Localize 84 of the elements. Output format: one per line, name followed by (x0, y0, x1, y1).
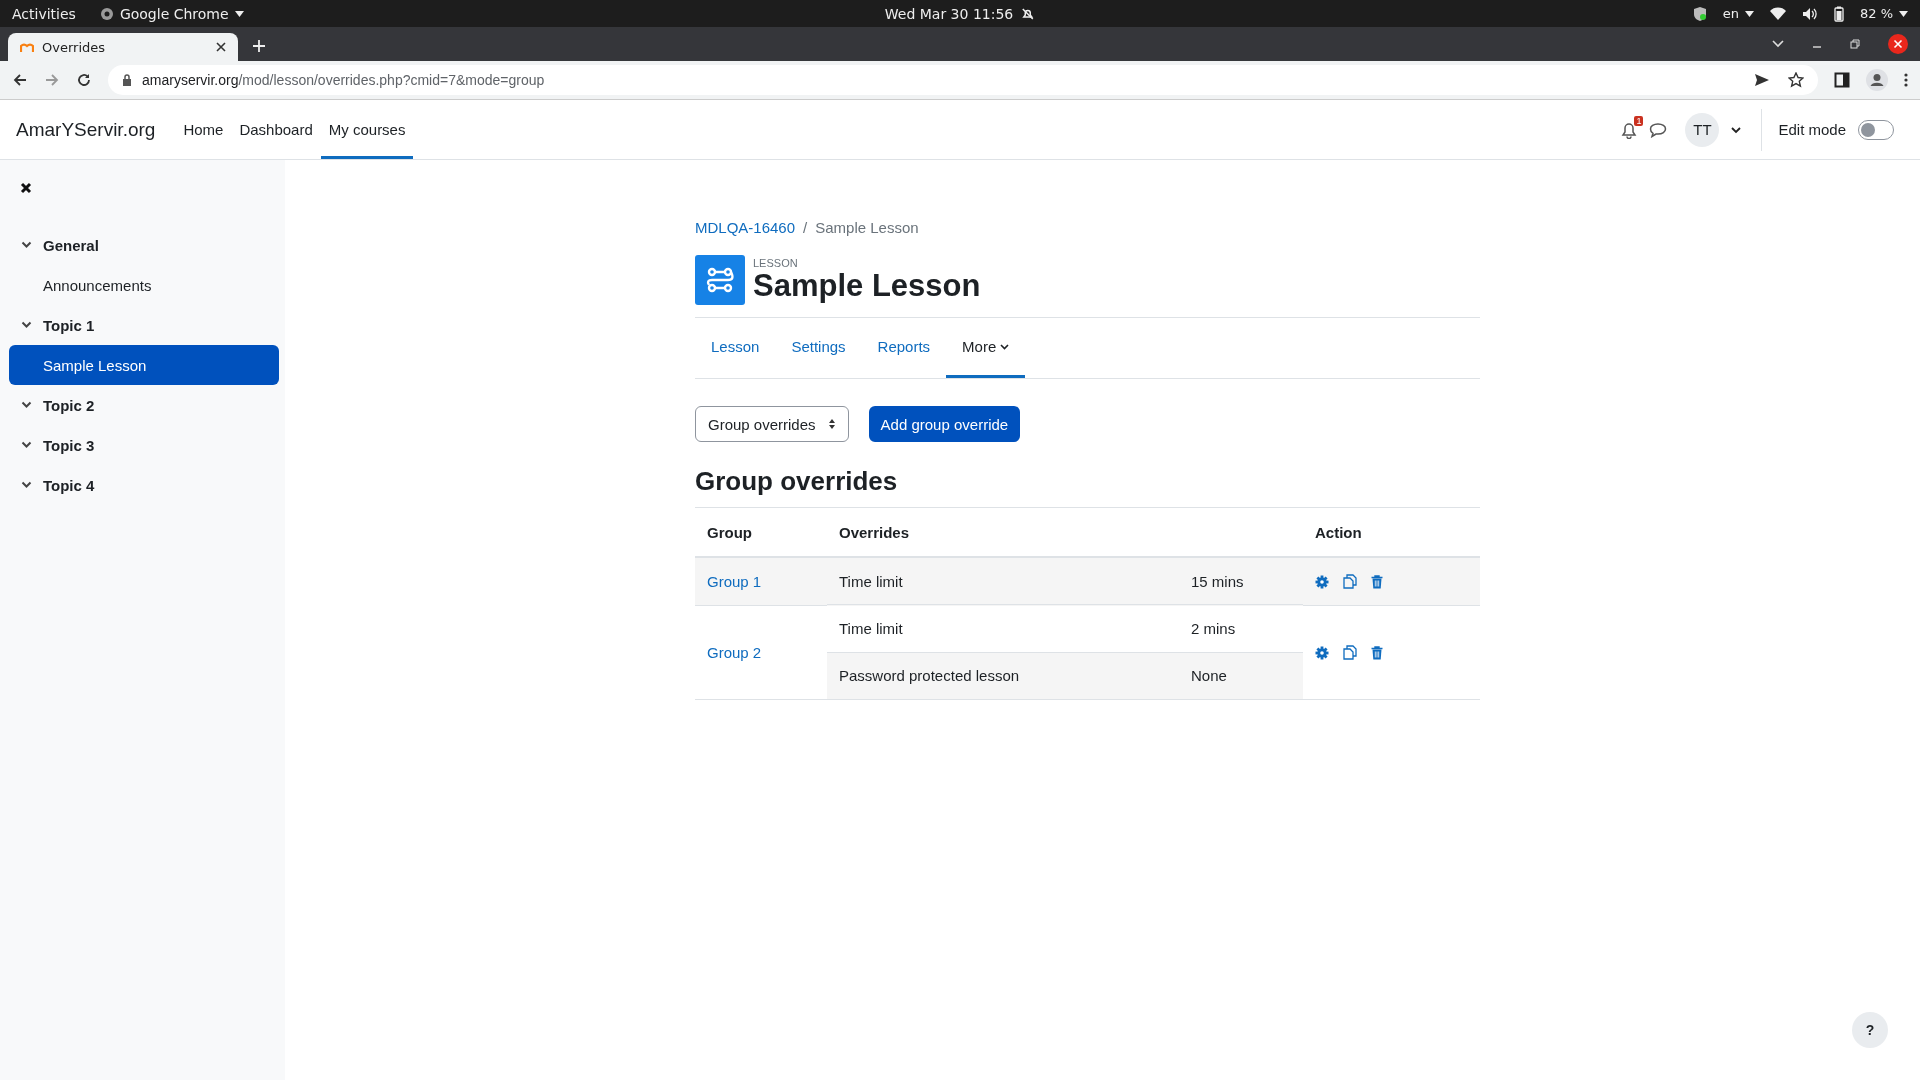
tab-title: Overrides (42, 39, 107, 55)
breadcrumb-link[interactable]: MDLQA-16460 (695, 218, 796, 236)
breadcrumb-current: Sample Lesson (815, 218, 919, 236)
activities-button[interactable]: Activities (12, 5, 76, 22)
settings-icon[interactable] (1315, 574, 1329, 589)
edit-mode-switch[interactable] (1858, 119, 1894, 140)
battery-icon[interactable] (1833, 5, 1844, 22)
chevron-down-icon[interactable] (1731, 125, 1742, 134)
star-icon[interactable] (1788, 72, 1804, 88)
nav-link[interactable]: Home (175, 100, 232, 159)
page-title: Sample Lesson (753, 268, 981, 304)
nav-link[interactable]: Dashboard (231, 100, 321, 159)
trash-icon[interactable] (1371, 574, 1383, 589)
notification-count: 1 (1634, 115, 1644, 126)
new-tab-icon[interactable] (252, 39, 266, 53)
edit-mode-label: Edit mode (1778, 121, 1846, 138)
caret-icon (1000, 343, 1010, 350)
app-menu[interactable]: Google Chrome (99, 5, 244, 22)
moodle-logo-icon (20, 41, 34, 53)
settings-icon[interactable] (1315, 645, 1329, 660)
breadcrumb-separator: / (803, 218, 808, 236)
section-title[interactable]: Topic 3 (43, 436, 95, 454)
caret-icon (234, 10, 244, 17)
override-value: 2 mins (1179, 605, 1303, 652)
close-icon[interactable] (20, 182, 32, 194)
send-icon[interactable] (1754, 73, 1770, 87)
close-icon[interactable] (216, 42, 226, 52)
course-index-item[interactable]: Sample Lesson (9, 345, 279, 385)
copy-icon[interactable] (1343, 574, 1357, 589)
add-group-override-button[interactable]: Add group override (868, 406, 1021, 442)
mode-select[interactable]: Group overrides (695, 406, 849, 442)
address-bar[interactable]: amaryservir.org/mod/lesson/overrides.php?cmid=7&mode=group (108, 65, 1818, 95)
help-button[interactable]: ? (1852, 1012, 1888, 1048)
restore-icon[interactable] (1850, 39, 1860, 49)
menu-icon[interactable] (1904, 72, 1908, 88)
tab[interactable]: Lesson (695, 318, 776, 378)
wifi-icon[interactable] (1769, 6, 1786, 21)
shield-icon[interactable] (1692, 5, 1707, 22)
override-name: Time limit (827, 558, 1179, 605)
lock-icon (122, 74, 132, 86)
group-link[interactable]: Group 1 (707, 573, 762, 590)
tab[interactable]: Settings (775, 318, 862, 378)
chevron-down-icon[interactable] (21, 241, 32, 249)
tab[interactable]: Reports (861, 318, 947, 378)
sort-caret-icon (827, 418, 836, 430)
tab[interactable]: More (946, 318, 1026, 378)
caret-icon (1899, 10, 1908, 17)
group-link[interactable]: Group 2 (707, 644, 762, 661)
activity-type-label: LESSON (753, 256, 799, 269)
chevron-down-icon[interactable] (21, 401, 32, 409)
copy-icon[interactable] (1343, 645, 1357, 660)
section-title[interactable]: Topic 4 (43, 476, 95, 494)
section-title[interactable]: Topic 2 (43, 396, 95, 414)
language-menu[interactable]: en (1722, 6, 1754, 21)
chat-icon[interactable] (1649, 121, 1668, 138)
chevron-down-icon[interactable] (21, 441, 32, 449)
course-index-item[interactable]: Announcements (9, 265, 279, 305)
chevron-down-icon[interactable] (21, 321, 32, 329)
bell-off-icon (1021, 6, 1036, 21)
section-heading: Group overrides (695, 466, 899, 497)
user-avatar[interactable]: TT (1685, 112, 1720, 147)
browser-tab[interactable]: Overrides (8, 33, 238, 61)
override-name: Time limit (827, 605, 1179, 652)
battery-level[interactable]: 82 % (1859, 6, 1908, 21)
nav-link[interactable]: My courses (320, 100, 414, 159)
chrome-icon (99, 6, 114, 21)
lesson-icon (695, 255, 745, 305)
override-value: None (1179, 652, 1303, 699)
forward-icon[interactable] (44, 72, 60, 88)
section-title[interactable]: General (43, 236, 99, 254)
reload-icon[interactable] (76, 72, 92, 88)
caret-icon (1744, 10, 1754, 17)
profile-icon[interactable] (1866, 69, 1888, 91)
site-name[interactable]: AmarYServir.org (16, 118, 156, 141)
chevron-down-icon[interactable] (21, 481, 32, 489)
trash-icon[interactable] (1371, 645, 1383, 660)
volume-icon[interactable] (1801, 6, 1818, 21)
override-name: Password protected lesson (827, 652, 1179, 699)
section-title[interactable]: Topic 1 (43, 316, 95, 334)
close-window-icon[interactable] (1888, 34, 1908, 54)
back-icon[interactable] (12, 72, 28, 88)
side-panel-icon[interactable] (1834, 72, 1850, 88)
bell-icon[interactable] (1621, 120, 1638, 139)
clock[interactable]: Wed Mar 30 11:56 (884, 5, 1036, 22)
